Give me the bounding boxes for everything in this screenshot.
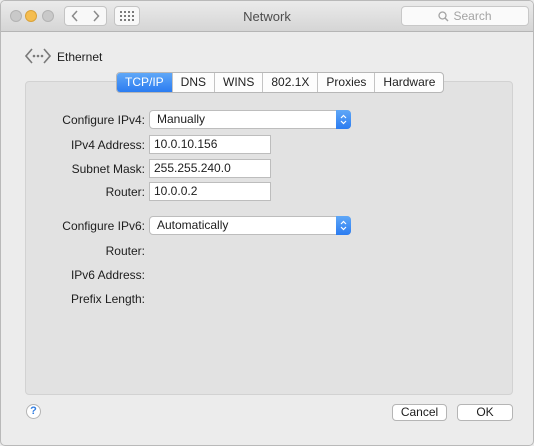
configure-ipv4-label: Configure IPv4: — [62, 113, 145, 127]
ipv6-address-label: IPv6 Address: — [70, 268, 145, 282]
configure-ipv6-popup[interactable]: Automatically — [149, 216, 351, 235]
prefix-length-label: Prefix Length: — [70, 292, 145, 306]
tab-wins[interactable]: WINS — [215, 73, 264, 92]
updown-arrows-icon — [336, 216, 351, 235]
configure-ipv4-popup[interactable]: Manually — [149, 110, 351, 129]
cancel-button[interactable]: Cancel — [392, 404, 447, 421]
configure-ipv6-value: Automatically — [157, 218, 229, 232]
tab-proxies[interactable]: Proxies — [318, 73, 376, 92]
configure-ipv4-value: Manually — [157, 112, 206, 126]
tab-hardware[interactable]: Hardware — [375, 73, 443, 92]
search-field[interactable]: Search — [401, 6, 529, 26]
ipv4-address-field[interactable]: 10.0.10.156 — [149, 135, 271, 154]
ipv4-address-label: IPv4 Address: — [70, 138, 145, 152]
search-placeholder: Search — [453, 9, 492, 23]
tab-tcpip[interactable]: TCP/IP — [117, 73, 173, 92]
router-field[interactable]: 10.0.0.2 — [149, 182, 271, 201]
network-window: Network Search Ethernet TCP/IP DNS WINS … — [0, 0, 534, 446]
search-icon — [438, 10, 449, 21]
ok-button[interactable]: OK — [457, 404, 513, 421]
help-button[interactable]: ? — [26, 404, 41, 419]
ipv6-router-label: Router: — [105, 244, 145, 258]
title-bar: Network Search — [1, 1, 533, 32]
tab-bar: TCP/IP DNS WINS 802.1X Proxies Hardware — [116, 72, 445, 93]
router-label: Router: — [105, 185, 145, 199]
subnet-mask-label: Subnet Mask: — [71, 162, 145, 176]
subnet-mask-field[interactable]: 255.255.240.0 — [149, 159, 271, 178]
updown-arrows-icon — [336, 110, 351, 129]
configure-ipv6-label: Configure IPv6: — [62, 219, 145, 233]
service-title: Ethernet — [57, 50, 103, 64]
ethernet-icon — [25, 48, 51, 64]
tab-8021x[interactable]: 802.1X — [263, 73, 319, 92]
tab-dns[interactable]: DNS — [173, 73, 216, 92]
